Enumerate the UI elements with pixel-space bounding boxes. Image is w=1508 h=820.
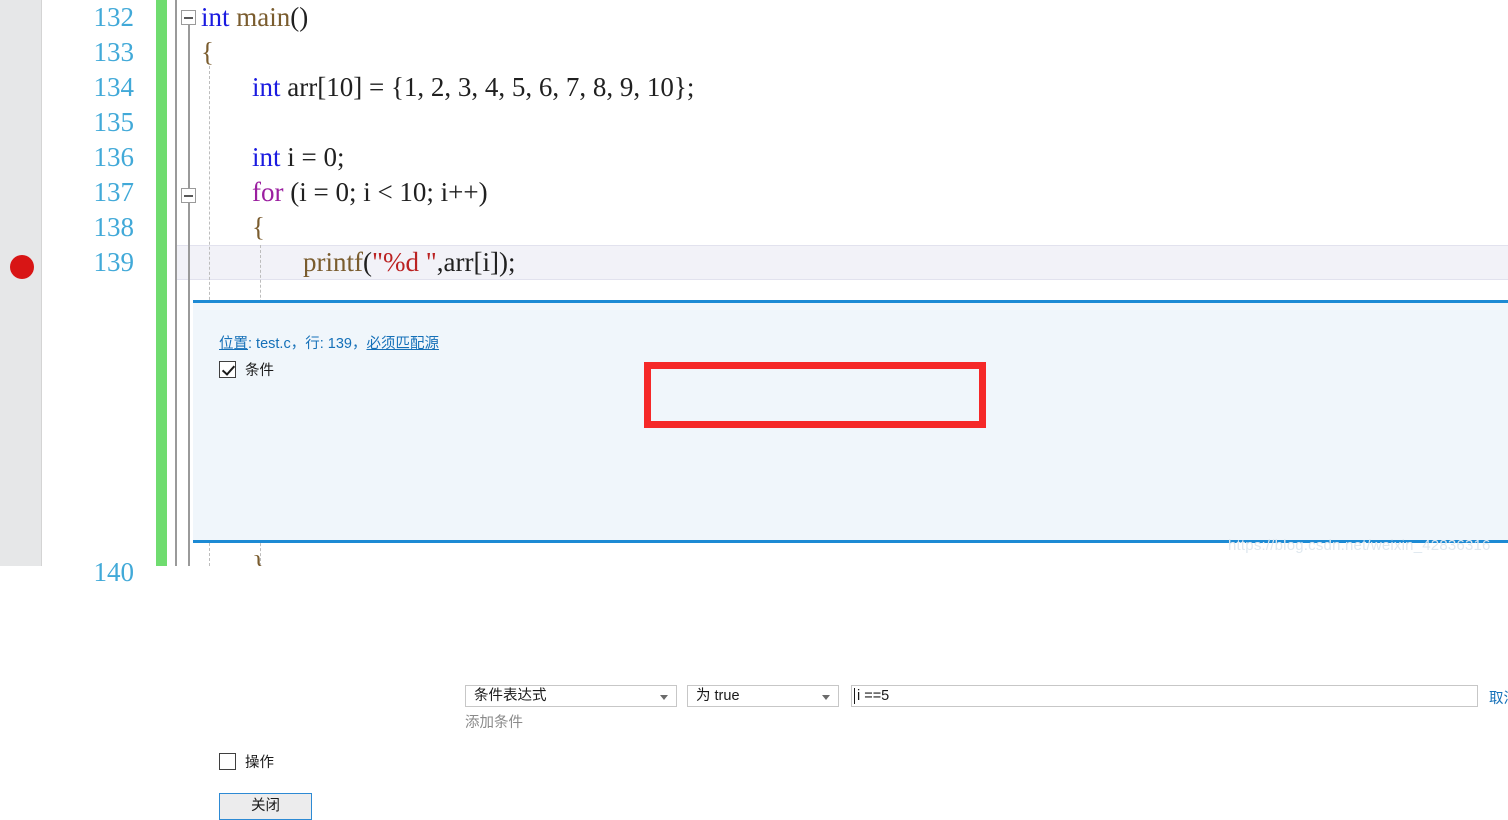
action-checkbox-row[interactable]: 操作	[219, 751, 274, 772]
line-number: 139	[93, 247, 135, 277]
condition-checkbox-label: 条件	[245, 363, 274, 379]
add-condition-link[interactable]: 添加条件	[465, 711, 523, 732]
code-line-132: int main()	[201, 0, 308, 35]
condition-checkbox[interactable]	[219, 361, 236, 378]
line-number: 134	[93, 72, 135, 102]
cancel-condition-link[interactable]: 取消	[1489, 687, 1508, 708]
token-string: "%d "	[372, 247, 437, 277]
line-number: 137	[93, 177, 135, 207]
screenshot-root: 132 133 134 135 136 137 138 139 140 int …	[0, 0, 1508, 820]
code-line-137: for (i = 0; i < 10; i++)	[252, 175, 488, 210]
token-identifier: arr	[287, 72, 318, 102]
code-line-134: int arr[10] = {1, 2, 3, 4, 5, 6, 7, 8, 9…	[252, 70, 694, 105]
token-identifier: arr	[443, 247, 474, 277]
token-keyword: int	[252, 72, 281, 102]
chevron-down-icon	[660, 695, 668, 700]
condition-type-value: 条件表达式	[474, 688, 547, 704]
action-checkbox[interactable]	[219, 753, 236, 770]
code-line-136: int i = 0;	[252, 140, 345, 175]
outline-vertical-line	[188, 25, 190, 215]
breakpoint-margin[interactable]	[0, 0, 42, 566]
token-parens: ()	[290, 2, 309, 32]
token-rest: (i = 0; i < 10; i++)	[290, 177, 488, 207]
token-keyword: int	[252, 142, 281, 172]
text-caret	[854, 688, 855, 704]
breakpoint-settings-peek: 位置: test.c，行: 139，必须匹配源 条件 条件表达式 为 true …	[193, 300, 1508, 820]
line-number: 132	[93, 2, 135, 32]
token-brace: {	[252, 212, 265, 242]
token-paren: (	[363, 247, 372, 277]
code-line-138: {	[252, 210, 265, 245]
token-brace: }	[252, 550, 265, 566]
breakpoint-dot-icon[interactable]	[10, 255, 34, 279]
location-must-match-source: 必须匹配源	[366, 336, 439, 352]
line-number: 133	[93, 37, 135, 67]
line-number: 138	[93, 212, 135, 242]
watermark-text: https://blog.csdn.net/weixin_42836316	[1228, 537, 1491, 554]
token-rest: i = 0;	[287, 142, 345, 172]
line-number: 135	[93, 107, 135, 137]
condition-comparison-value: 为 true	[696, 688, 740, 704]
collapse-toggle-for[interactable]	[181, 188, 196, 203]
code-line-140: }	[252, 548, 265, 566]
token-keyword: int	[201, 2, 230, 32]
token-control-keyword: for	[252, 177, 284, 207]
token-comma: ,	[436, 247, 444, 277]
condition-type-dropdown[interactable]: 条件表达式	[465, 685, 677, 707]
location-value: : test.c，行: 139，	[248, 336, 367, 352]
condition-expression-input[interactable]: i ==5	[851, 685, 1478, 707]
line-number-column: 132 133 134 135 136 137 138 139 140	[43, 0, 148, 587]
location-label: 位置	[219, 336, 248, 352]
action-checkbox-label: 操作	[245, 755, 274, 771]
code-line-133: {	[201, 35, 214, 70]
line-number: 136	[93, 142, 135, 172]
condition-checkbox-row[interactable]: 条件	[219, 359, 274, 380]
token-index: [i]);	[473, 247, 516, 277]
condition-comparison-dropdown[interactable]: 为 true	[687, 685, 839, 707]
breakpoint-location-text: 位置: test.c，行: 139，必须匹配源	[219, 332, 439, 353]
token-function: main	[236, 2, 291, 32]
line-number: 140	[93, 557, 135, 587]
token-function: printf	[303, 247, 363, 277]
code-line-139: printf("%d ",arr[i]);	[303, 245, 516, 280]
token-rest: [10] = {1, 2, 3, 4, 5, 6, 7, 8, 9, 10};	[317, 72, 695, 102]
condition-expression-value: i ==5	[857, 688, 890, 704]
close-button[interactable]: 关闭	[219, 793, 312, 820]
chevron-down-icon	[822, 695, 830, 700]
outline-vertical-line	[188, 203, 190, 566]
token-brace: {	[201, 37, 214, 67]
collapse-toggle-main[interactable]	[181, 10, 196, 25]
change-indicator-bar	[156, 0, 167, 566]
